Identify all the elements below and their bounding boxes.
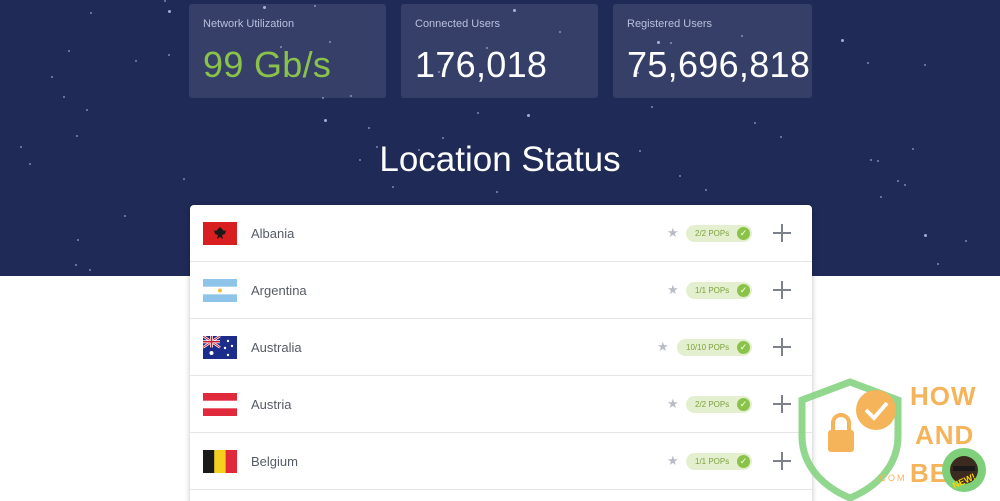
- location-list: Albania ★ 2/2 POPs ✓ Argentina ★ 1/1 POP…: [190, 205, 812, 501]
- stat-card-registered-users: Registered Users 75,696,818: [613, 4, 812, 98]
- expand-plus-icon[interactable]: [773, 338, 791, 356]
- australia-flag-icon: [203, 335, 237, 359]
- pops-status-badge: 10/10 POPs ✓: [677, 338, 752, 356]
- stat-label: Connected Users: [415, 18, 500, 30]
- background-star: [841, 39, 844, 42]
- watermark-domain: .COM: [875, 473, 907, 483]
- check-icon: ✓: [737, 397, 750, 411]
- background-star: [965, 240, 967, 242]
- country-name: Australia: [251, 339, 302, 355]
- background-star: [477, 112, 479, 114]
- pops-count: 2/2 POPs: [695, 228, 730, 238]
- background-star: [76, 135, 78, 137]
- background-star: [496, 191, 498, 193]
- favorite-star-icon[interactable]: ★: [667, 282, 679, 298]
- expand-plus-icon[interactable]: [773, 224, 791, 242]
- pops-count: 2/2 POPs: [695, 399, 730, 409]
- stat-card-connected-users: Connected Users 176,018: [401, 4, 598, 98]
- country-name: Argentina: [251, 282, 307, 298]
- background-star: [164, 0, 166, 2]
- location-row-austria[interactable]: Austria ★ 2/2 POPs ✓: [190, 376, 812, 433]
- background-star: [51, 76, 53, 78]
- background-star: [924, 64, 926, 66]
- favorite-star-icon[interactable]: ★: [657, 339, 669, 355]
- check-icon: ✓: [737, 454, 750, 468]
- background-star: [77, 239, 79, 241]
- stat-label: Registered Users: [627, 18, 712, 30]
- pops-count: 1/1 POPs: [695, 456, 730, 466]
- pops-status-badge: 2/2 POPs ✓: [686, 224, 752, 242]
- favorite-star-icon[interactable]: ★: [667, 225, 679, 241]
- stat-value: 75,696,818: [627, 44, 811, 85]
- location-row-belgium[interactable]: Belgium ★ 1/1 POPs ✓: [190, 433, 812, 490]
- background-star: [63, 96, 65, 98]
- background-star: [392, 186, 394, 188]
- background-star: [897, 180, 899, 182]
- background-star: [124, 215, 126, 217]
- pops-count: 1/1 POPs: [695, 285, 730, 295]
- expand-plus-icon[interactable]: [773, 281, 791, 299]
- stat-value: 99 Gb/s: [203, 44, 332, 85]
- check-icon: ✓: [737, 340, 750, 354]
- watermark-logo: HOW AND BE .COM NEW!: [790, 378, 1000, 501]
- watermark-text: HOW: [910, 381, 977, 411]
- check-icon: ✓: [737, 283, 750, 297]
- country-name: Albania: [251, 225, 295, 241]
- background-star: [135, 60, 137, 62]
- background-star: [937, 263, 939, 265]
- background-star: [705, 189, 707, 191]
- pops-count: 10/10 POPs: [686, 342, 730, 352]
- location-row-partial: [190, 490, 812, 501]
- pops-status-badge: 2/2 POPs ✓: [686, 395, 752, 413]
- background-star: [75, 264, 77, 266]
- austria-flag-icon: [203, 392, 237, 416]
- country-name: Belgium: [251, 453, 298, 469]
- argentina-flag-icon: [203, 278, 237, 302]
- albania-flag-icon: [203, 221, 237, 245]
- belgium-flag-icon: [203, 449, 237, 473]
- background-star: [168, 10, 171, 13]
- favorite-star-icon[interactable]: ★: [667, 396, 679, 412]
- background-star: [168, 54, 170, 56]
- pops-status-badge: 1/1 POPs ✓: [686, 452, 752, 470]
- background-star: [867, 62, 869, 64]
- background-star: [754, 122, 756, 124]
- background-star: [527, 114, 530, 117]
- favorite-star-icon[interactable]: ★: [667, 453, 679, 469]
- background-star: [651, 106, 653, 108]
- background-star: [442, 137, 444, 139]
- stat-card-network-utilization: Network Utilization 99 Gb/s: [189, 4, 386, 98]
- section-title: Location Status: [379, 140, 621, 179]
- country-name: Austria: [251, 396, 292, 412]
- background-star: [89, 269, 91, 271]
- background-star: [368, 127, 370, 129]
- mascot-badge-icon: [942, 448, 986, 492]
- location-row-australia[interactable]: Australia ★ 10/10 POPs ✓: [190, 319, 812, 376]
- location-row-albania[interactable]: Albania ★ 2/2 POPs ✓: [190, 205, 812, 262]
- pops-status-badge: 1/1 POPs ✓: [686, 281, 752, 299]
- stat-value: 176,018: [415, 44, 548, 85]
- location-row-argentina[interactable]: Argentina ★ 1/1 POPs ✓: [190, 262, 812, 319]
- expand-plus-icon[interactable]: [773, 452, 791, 470]
- background-star: [68, 50, 70, 52]
- stat-label: Network Utilization: [203, 18, 295, 30]
- background-star: [780, 136, 782, 138]
- background-star: [904, 184, 906, 186]
- expand-plus-icon[interactable]: [773, 395, 791, 413]
- background-star: [86, 109, 88, 111]
- check-icon: ✓: [737, 226, 750, 240]
- background-star: [924, 234, 927, 237]
- background-star: [880, 196, 882, 198]
- background-star: [90, 12, 92, 14]
- background-star: [324, 119, 327, 122]
